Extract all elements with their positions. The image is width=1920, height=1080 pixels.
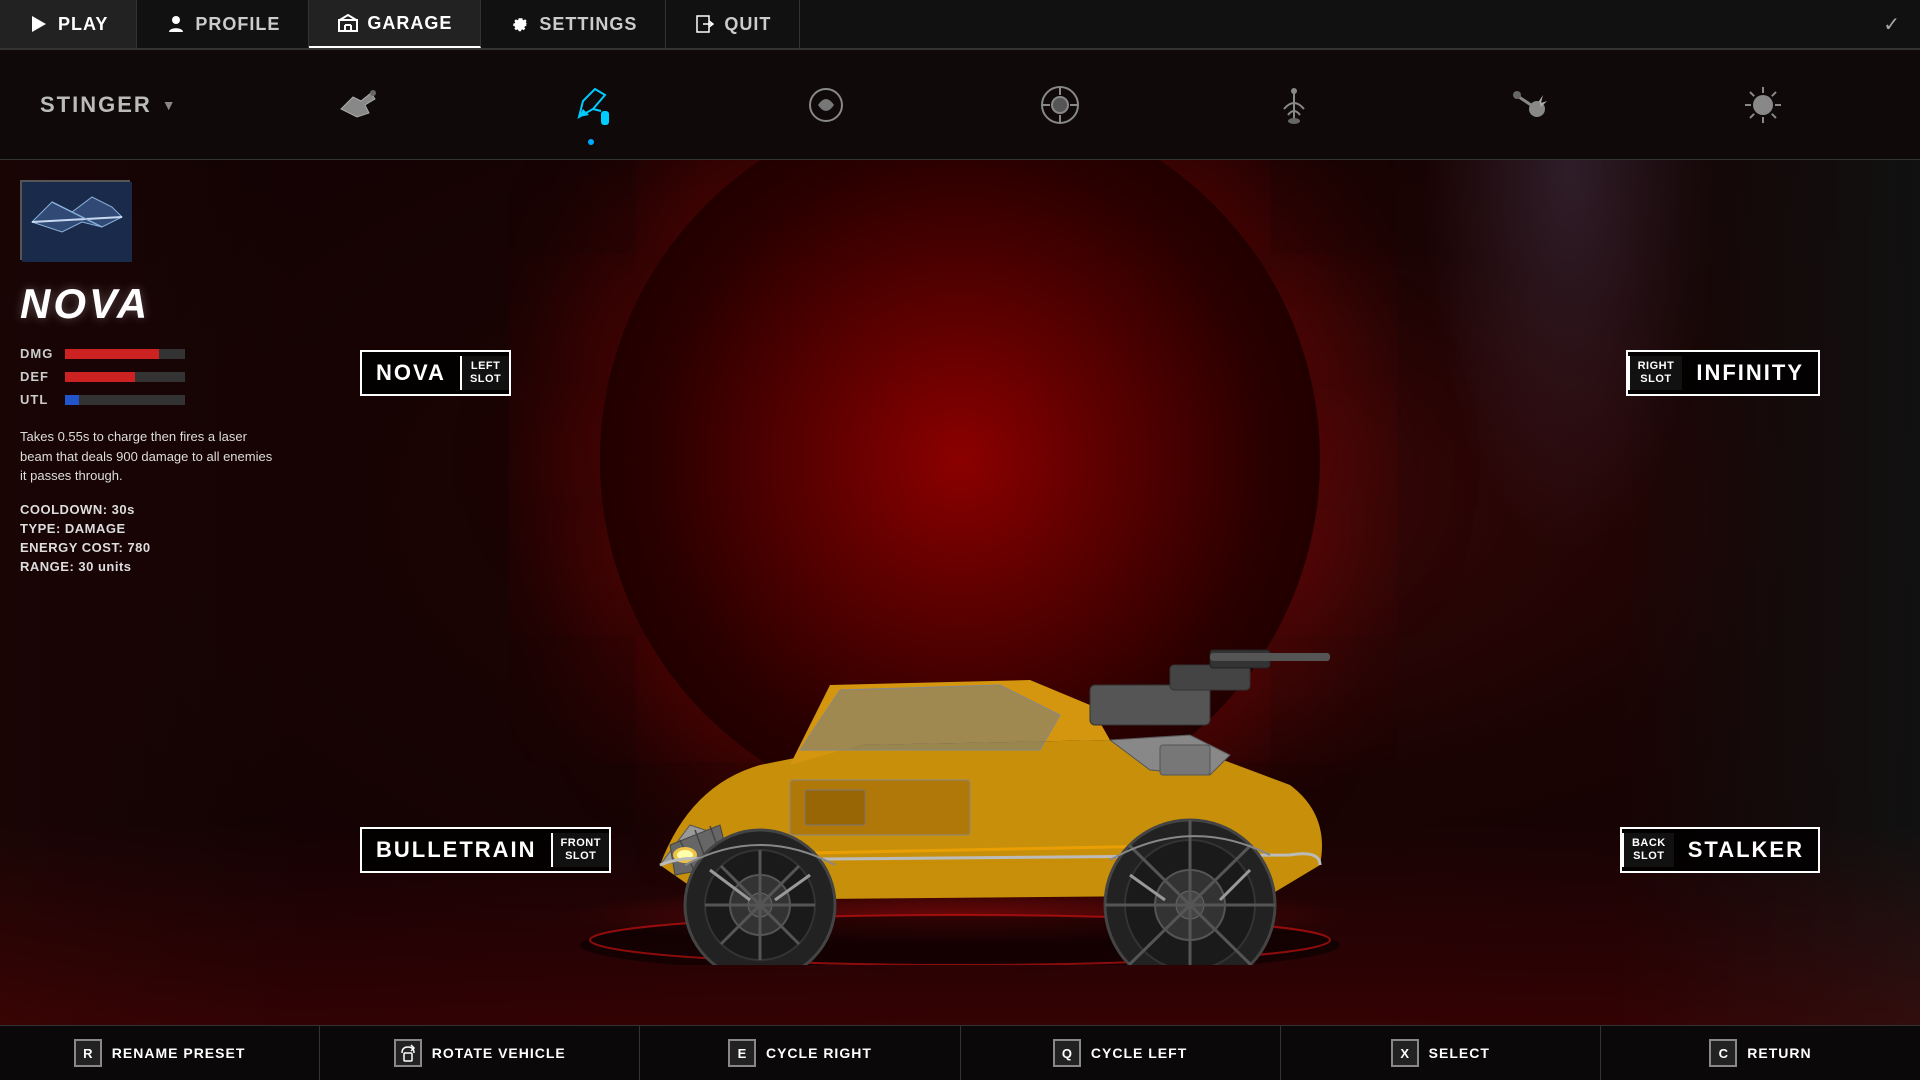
nav-settings-label: SETTINGS — [539, 14, 637, 35]
nav-profile-label: PROFILE — [195, 14, 280, 35]
weapon-title: NOVA — [20, 280, 300, 328]
nav-quit-label: QUIT — [724, 14, 771, 35]
toolbar-boost[interactable] — [1719, 73, 1807, 137]
utl-bar — [65, 395, 185, 405]
nav-play-label: PLAY — [58, 14, 108, 35]
action-rename-preset[interactable]: R RENAME PRESET — [0, 1026, 320, 1080]
right-slot-tag: RIGHT SLOT — [1628, 356, 1683, 390]
stat-range: RANGE: 30 units — [20, 559, 300, 574]
left-slot-label[interactable]: NOVA LEFT SLOT — [360, 350, 511, 396]
toolbar-wheels[interactable] — [1016, 73, 1104, 137]
action-cycle-left[interactable]: Q CYCLE LEFT — [961, 1026, 1281, 1080]
toolbar-icons — [240, 73, 1880, 137]
utl-fill — [65, 395, 79, 405]
nav-checkmark: ✓ — [1883, 0, 1920, 48]
stat-row-dmg: DMG — [20, 346, 300, 361]
cycle-right-label: CYCLE RIGHT — [766, 1045, 872, 1061]
nav-quit[interactable]: QUIT — [666, 0, 800, 48]
toolbar-decal[interactable] — [782, 73, 870, 137]
cycle-left-label: CYCLE LEFT — [1091, 1045, 1187, 1061]
def-bar — [65, 372, 185, 382]
preset-name: STINGER — [40, 92, 152, 118]
key-e: E — [728, 1039, 756, 1067]
stat-cooldown: COOLDOWN: 30s — [20, 502, 300, 517]
stat-energy-cost: ENERGY COST: 780 — [20, 540, 300, 555]
back-slot-label[interactable]: BACK SLOT STALKER — [1620, 827, 1820, 873]
front-weapon-name: BULLETRAIN — [362, 829, 551, 871]
action-rotate-vehicle[interactable]: ROTATE VEHICLE — [320, 1026, 640, 1080]
action-cycle-right[interactable]: E CYCLE RIGHT — [640, 1026, 960, 1080]
left-slot-tag: LEFT SLOT — [460, 356, 509, 390]
garage-icon — [337, 12, 359, 34]
def-fill — [65, 372, 135, 382]
preset-selector[interactable]: STINGER ▼ — [40, 92, 240, 118]
preset-dropdown-arrow: ▼ — [162, 97, 176, 113]
key-x: X — [1391, 1039, 1419, 1067]
toolbar-antenna[interactable] — [1250, 73, 1338, 137]
dmg-label: DMG — [20, 346, 55, 361]
nav-garage-label: GARAGE — [367, 13, 452, 34]
top-navigation: PLAY PROFILE GARAGE SETTINGS QUIT ✓ — [0, 0, 1920, 50]
left-weapon-name: NOVA — [362, 352, 460, 394]
toolbar-paint[interactable] — [547, 73, 635, 137]
weapon-info-panel: NOVA DMG DEF UTL Takes 0.55s to charge t… — [20, 180, 300, 578]
stat-row-def: DEF — [20, 369, 300, 384]
toolbar-weapons[interactable] — [313, 73, 401, 137]
nav-garage[interactable]: GARAGE — [309, 0, 481, 48]
utl-label: UTL — [20, 392, 55, 407]
dmg-fill — [65, 349, 159, 359]
right-slot-label[interactable]: RIGHT SLOT INFINITY — [1626, 350, 1820, 396]
vehicle-display — [510, 485, 1410, 965]
nav-profile[interactable]: PROFILE — [137, 0, 309, 48]
play-icon — [28, 13, 50, 35]
rotate-vehicle-label: ROTATE VEHICLE — [432, 1045, 566, 1061]
key-r: R — [74, 1039, 102, 1067]
key-q: Q — [1053, 1039, 1081, 1067]
bottom-bar: R RENAME PRESET ROTATE VEHICLE E CYCLE R… — [0, 1025, 1920, 1080]
toolbar-effect[interactable] — [1485, 73, 1573, 137]
weapon-description: Takes 0.55s to charge then fires a laser… — [20, 427, 280, 486]
weapon-stats: COOLDOWN: 30s TYPE: DAMAGE ENERGY COST: … — [20, 502, 300, 574]
nav-play[interactable]: PLAY — [0, 0, 137, 48]
action-select[interactable]: X SELECT — [1281, 1026, 1601, 1080]
stat-row-utl: UTL — [20, 392, 300, 407]
select-label: SELECT — [1429, 1045, 1490, 1061]
return-label: RETURN — [1747, 1045, 1811, 1061]
back-slot-tag: BACK SLOT — [1622, 833, 1674, 867]
right-weapon-name: INFINITY — [1682, 352, 1818, 394]
front-slot-tag: FRONT SLOT — [551, 833, 609, 867]
dmg-bar — [65, 349, 185, 359]
stat-type: TYPE: DAMAGE — [20, 521, 300, 536]
gear-icon — [509, 13, 531, 35]
person-icon — [165, 13, 187, 35]
back-weapon-name: STALKER — [1674, 829, 1818, 871]
door-icon — [694, 13, 716, 35]
weapon-thumbnail — [20, 180, 130, 260]
action-return[interactable]: C RETURN — [1601, 1026, 1920, 1080]
main-viewport: NOVA DMG DEF UTL Takes 0.55s to charge t… — [0, 160, 1920, 1025]
toolbar: STINGER ▼ — [0, 50, 1920, 160]
front-slot-label[interactable]: BULLETRAIN FRONT SLOT — [360, 827, 611, 873]
key-c: C — [1709, 1039, 1737, 1067]
key-rotate — [394, 1039, 422, 1067]
nav-settings[interactable]: SETTINGS — [481, 0, 666, 48]
rename-preset-label: RENAME PRESET — [112, 1045, 246, 1061]
def-label: DEF — [20, 369, 55, 384]
